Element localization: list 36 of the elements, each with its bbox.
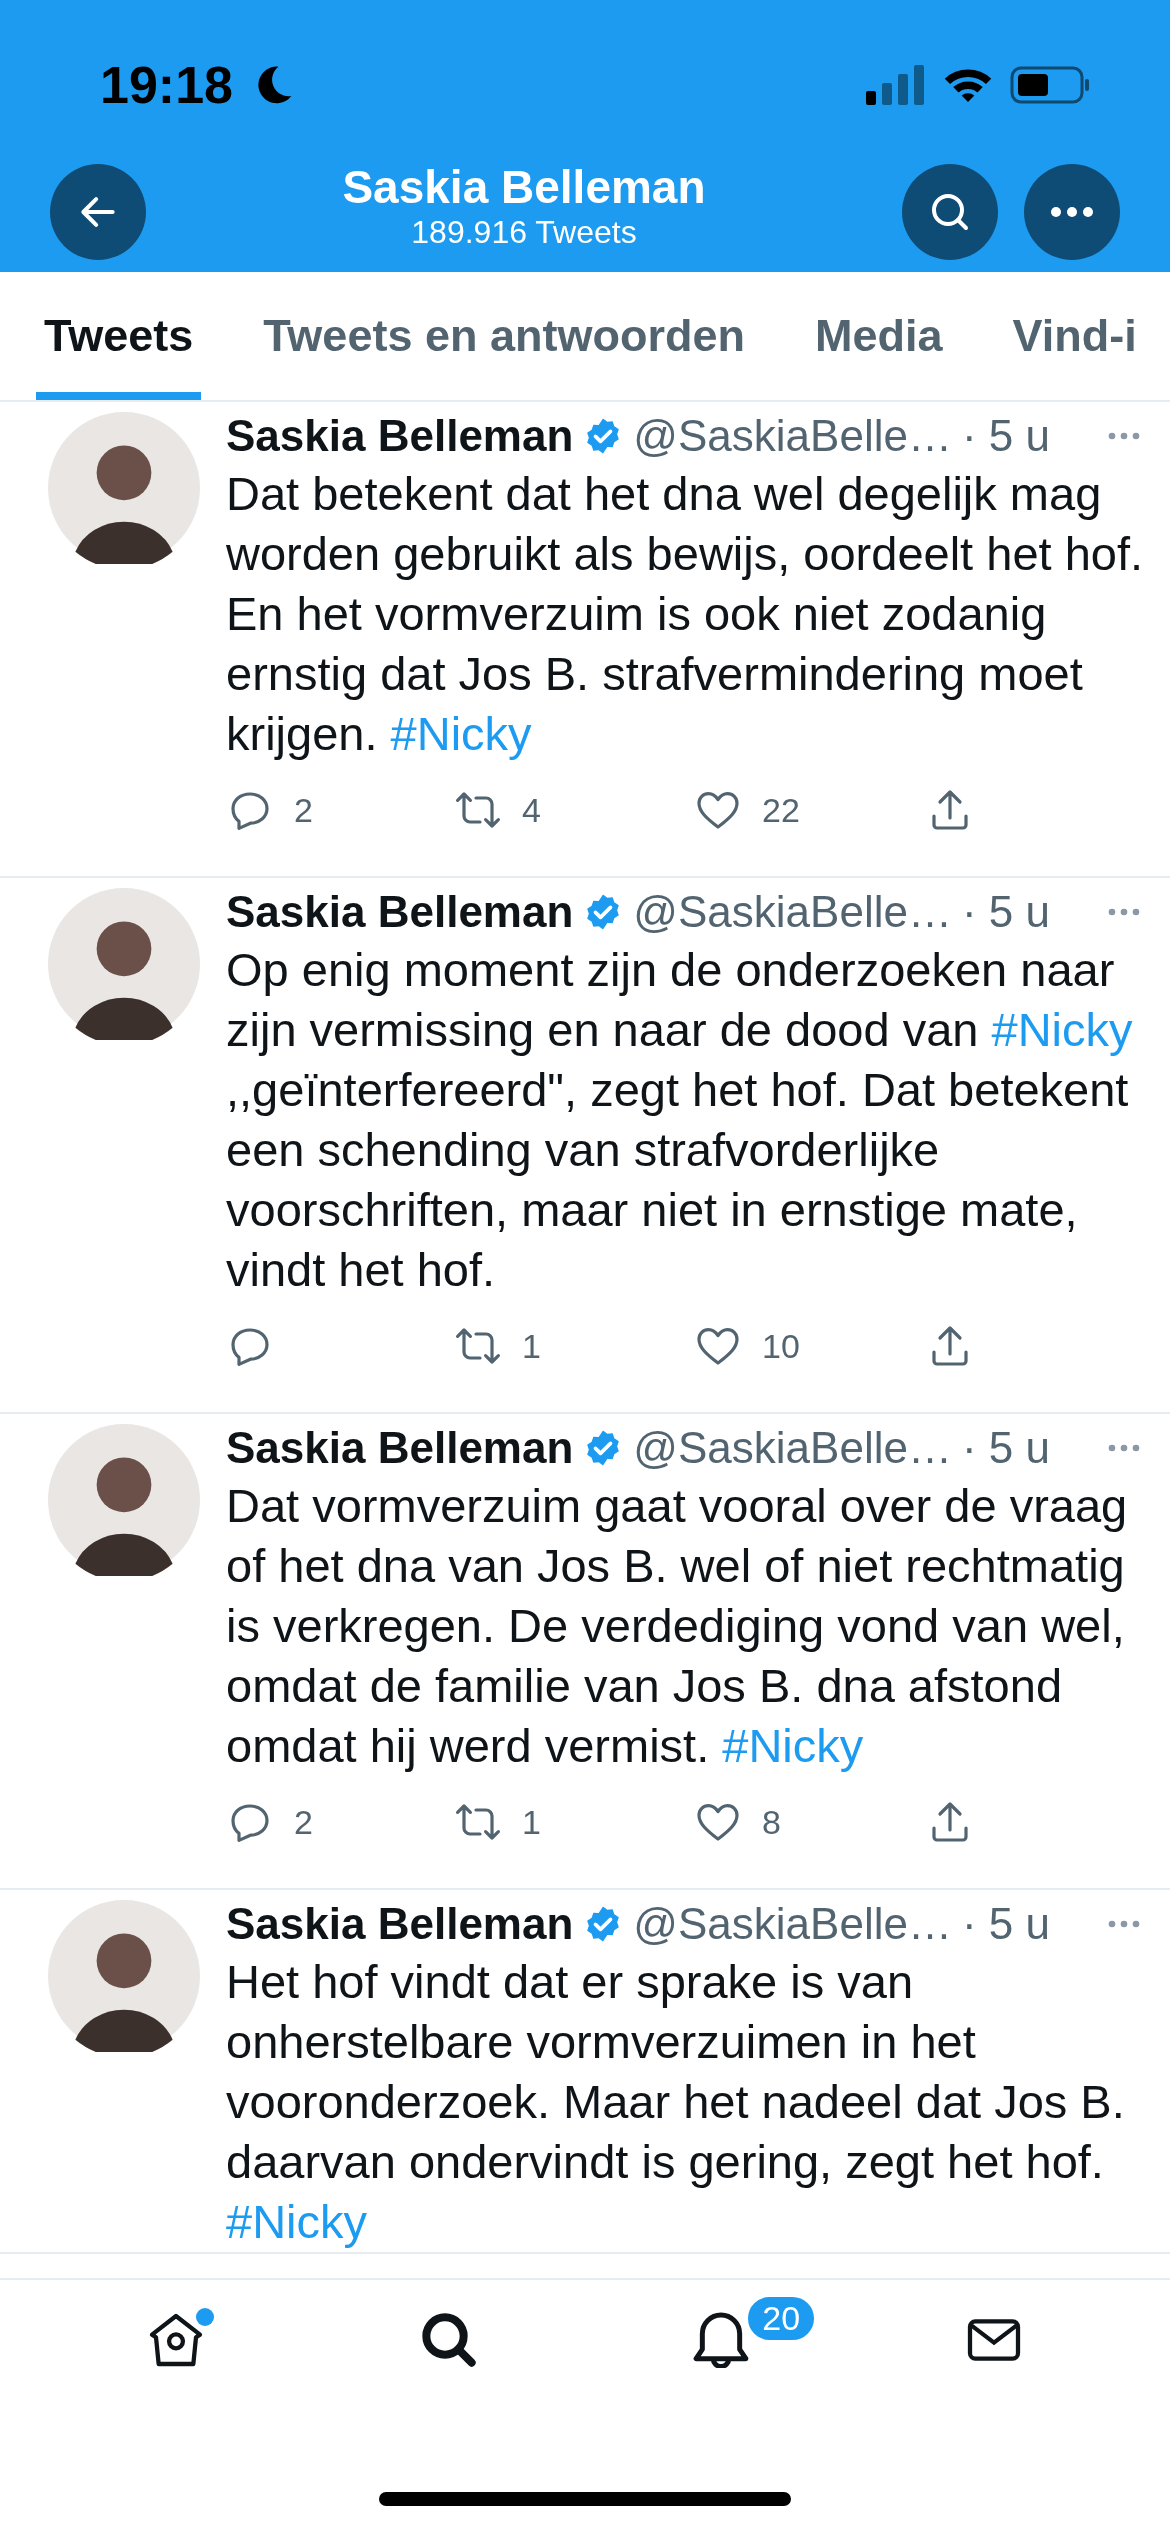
tweet-text: Het hof vindt dat er sprake is van onherstelbare vormverzuimen in het vooronderzoek. Maar het nadeel dat Jos B. daarvan ondervindt is gering, zegt het hof. #Nicky [226, 1954, 1126, 2250]
reply-count: 2 [294, 790, 313, 830]
author-name[interactable]: Saskia Belleman [226, 1899, 574, 1949]
author-name[interactable]: Saskia Belleman [226, 1423, 574, 1473]
profile-tab[interactable]: Vind-i [1004, 272, 1145, 400]
like-count: 22 [762, 790, 800, 830]
like-count: 8 [762, 1802, 781, 1842]
tweet-text: Dat betekent dat het dna wel degelijk mag worden gebruikt als bewijs, oordeelt het hof. En het vormverzuim is ook niet zodanig ernstig dat Jos B. strafvermindering moet krijgen. #Nicky [226, 466, 1145, 762]
profile-tab[interactable]: Tweets [36, 272, 202, 400]
signal-icon [866, 65, 926, 105]
bell-icon[interactable] [693, 2312, 750, 2368]
tweet-time: · 5 u [961, 411, 1050, 461]
like-count: 10 [762, 1326, 800, 1366]
author-handle: @SaskiaBelle… [633, 887, 952, 937]
more-icon [1048, 204, 1096, 220]
tweet-count: 189.916 Tweets [411, 214, 637, 251]
author-name[interactable]: Saskia Belleman [226, 411, 574, 461]
author-name[interactable]: Saskia Belleman [226, 887, 574, 937]
retweet-count: 1 [522, 1326, 541, 1366]
retweet-count: 1 [522, 1802, 541, 1842]
status-time: 19:18 [100, 55, 233, 115]
tweet-text: Op enig moment zijn de onderzoeken naar zijn vermissing en naar de dood van #Nicky ,,geïnterfereerd", zegt het hof. Dat betekent een schending van strafvorderlijke voorschriften, maar niet in ernstige mate, vindt het hof. [226, 942, 1134, 1298]
retweet-count: 4 [522, 790, 541, 830]
tweet-time: · 5 u [961, 1899, 1050, 1949]
tweet-text: Dat vormverzuim gaat vooral over de vraag of het dna van Jos B. wel of niet rechtmatig is verkregen. De verdediging vond van wel, omdat de familie van Jos B. dna afstond omdat hij werd vermist. #Nicky [226, 1478, 1129, 1774]
profile-tab[interactable]: Media [806, 272, 951, 400]
reply-count: 2 [294, 1802, 313, 1842]
author-handle: @SaskiaBelle… [633, 1423, 952, 1473]
tweet-time: · 5 u [961, 1423, 1050, 1473]
author-handle: @SaskiaBelle… [633, 411, 952, 461]
tweet-time: · 5 u [961, 887, 1050, 937]
author-handle: @SaskiaBelle… [633, 1899, 952, 1949]
wifi-icon [942, 66, 994, 104]
profile-name: Saskia Belleman [342, 160, 706, 214]
battery-icon [1010, 65, 1090, 105]
profile-tab[interactable]: Tweets en antwoorden [255, 272, 753, 400]
